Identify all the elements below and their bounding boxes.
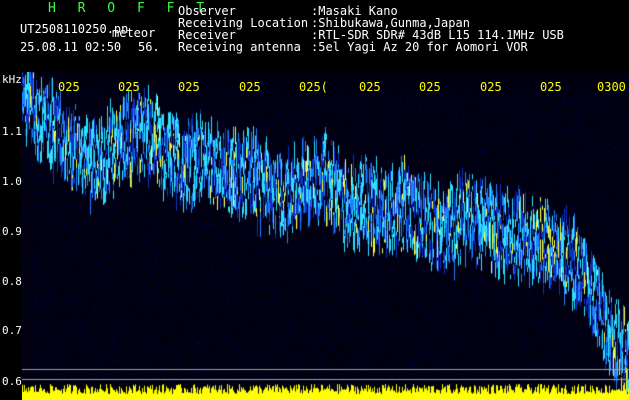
date-time: 25.08.11 02:50 [20,40,122,54]
x-tick-label: 025( [299,80,328,94]
meteor-count: 56. [138,40,160,54]
spectrogram-plot: kHz 1.1 1.0 0.9 0.8 0.7 0.6 025 025 025 … [0,72,629,400]
x-tick-label: 025 [359,80,381,94]
y-tick-label: 0.8 [2,275,22,288]
meteor-label: meteor [112,26,156,40]
y-tick-label: 1.0 [2,175,22,188]
x-tick-label: 025 [239,80,261,94]
y-tick-label: 0.6 [2,375,22,388]
y-tick-label: 0.7 [2,324,22,337]
x-tick-label: 025 [58,80,80,94]
y-tick-label: 1.1 [2,125,22,138]
y-unit-label: kHz [2,73,22,86]
x-tick-label: 025 [118,80,140,94]
x-tick-label: 025 [178,80,200,94]
antenna-label: Receiving antenna [178,40,301,54]
x-tick-label: 025 [419,80,441,94]
y-tick-label: 0.9 [2,225,22,238]
header-panel: H R O F F T UT2508110250.pn meteor 25.08… [0,0,629,72]
antenna-value: :5el Yagi Az 20 for Aomori VOR [311,40,528,54]
x-tick-label: 025 [540,80,562,94]
spectrogram-canvas [22,72,629,400]
x-tick-label: 0300 [597,80,626,94]
x-tick-label: 025 [480,80,502,94]
